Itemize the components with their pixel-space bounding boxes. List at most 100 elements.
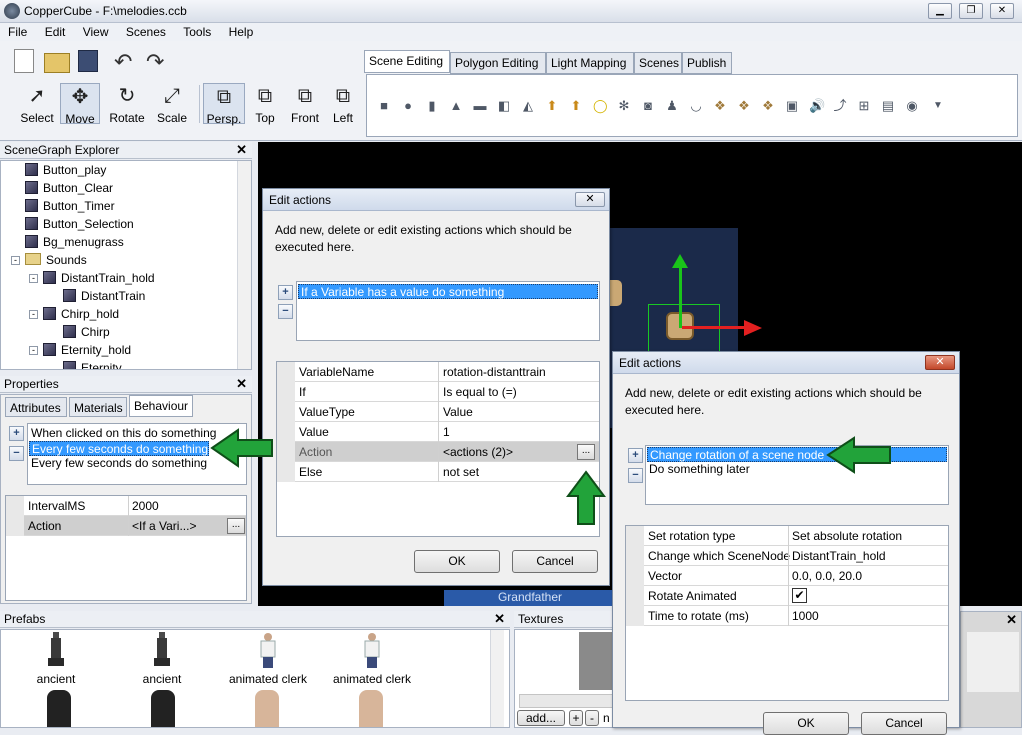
tree-item[interactable]: Button_Clear [25, 181, 113, 199]
menu-help[interactable]: Help [221, 23, 260, 39]
more-dropdown-icon[interactable]: ▼ [931, 99, 945, 113]
remove-action-button[interactable]: − [278, 304, 293, 319]
close-window-button[interactable]: ✕ [990, 3, 1014, 19]
tree-item[interactable]: Chirp [63, 325, 110, 343]
minimize-button[interactable]: ▁ [928, 3, 952, 19]
cancel-button[interactable]: Cancel [861, 712, 947, 735]
edit-subactions-button[interactable]: ... [577, 444, 595, 460]
rotate-animated-checkbox[interactable]: ✔ [792, 588, 807, 603]
view-front-button[interactable]: ⧉ Front [287, 83, 323, 125]
animated-mesh-icon[interactable]: ❖ [737, 99, 751, 113]
scrollbar[interactable] [237, 161, 251, 369]
add-texture-button[interactable]: add... [517, 710, 565, 726]
menu-edit[interactable]: Edit [37, 23, 72, 39]
tab-light-mapping[interactable]: Light Mapping [546, 52, 634, 74]
edit-action-button[interactable]: ... [227, 518, 245, 534]
ok-button[interactable]: OK [763, 712, 849, 735]
gizmo-y-axis[interactable] [679, 262, 682, 328]
add-action-button[interactable]: + [278, 285, 293, 300]
import-mesh-icon[interactable]: ⬆ [545, 99, 559, 113]
terrain-icon[interactable]: ◭ [521, 99, 535, 113]
add-action-button[interactable]: + [628, 448, 643, 463]
collapse-icon[interactable]: - [29, 346, 38, 355]
cone-icon[interactable]: ▲ [449, 99, 463, 113]
2d-overlay-icon[interactable]: ▤ [881, 99, 895, 113]
prefab-thumbnail[interactable] [151, 690, 175, 727]
tree-item[interactable]: - DistantTrain_hold [29, 271, 155, 289]
cylinder-icon[interactable]: ▮ [425, 99, 439, 113]
camera-icon[interactable]: ◙ [641, 99, 655, 113]
overlay-icon[interactable]: ▣ [785, 99, 799, 113]
billboard-icon[interactable]: ❖ [713, 99, 727, 113]
action-item-selected[interactable]: If a Variable has a value do something [298, 284, 598, 299]
tree-item[interactable]: - Sounds [11, 253, 87, 271]
water-icon[interactable]: ◡ [689, 99, 703, 113]
open-folder-icon[interactable] [44, 53, 70, 73]
sphere-icon[interactable]: ● [401, 99, 415, 113]
tree-item[interactable]: DistantTrain [63, 289, 145, 307]
tab-materials[interactable]: Materials [69, 397, 127, 417]
particle-icon[interactable]: ✻ [617, 99, 631, 113]
grid-row[interactable]: Vector 0.0, 0.0, 20.0 [626, 566, 948, 586]
cube-icon[interactable]: ■ [377, 99, 391, 113]
view-perspective-button[interactable]: ⧉ Persp. [203, 83, 245, 126]
tree-item[interactable]: Button_Timer [25, 199, 115, 217]
move-tool-button[interactable]: ✥ Move [60, 83, 100, 126]
prefab-item[interactable]: ancient [117, 632, 207, 686]
hierarchy-icon[interactable]: ⊞ [857, 99, 871, 113]
tab-polygon-editing[interactable]: Polygon Editing [450, 52, 546, 74]
tree-item[interactable]: Eternity [63, 361, 122, 369]
grid-row[interactable]: Set rotation type Set absolute rotation [626, 526, 948, 546]
skybox-icon[interactable]: ◧ [497, 99, 511, 113]
prefab-thumbnail[interactable] [359, 690, 383, 727]
fps-camera-icon[interactable]: ♟ [665, 99, 679, 113]
undo-icon[interactable]: ↶ [114, 49, 132, 75]
grid-row[interactable]: Action <actions (2)> ... [277, 442, 599, 462]
remove-behaviour-button[interactable]: − [9, 446, 24, 461]
path-icon[interactable]: ❖ [761, 99, 775, 113]
tree-item[interactable]: - Chirp_hold [29, 307, 119, 325]
grid-row[interactable]: VariableName rotation-distanttrain [277, 362, 599, 382]
scale-tool-button[interactable]: ⤢ Scale [152, 83, 192, 125]
grid-row[interactable]: If Is equal to (=) [277, 382, 599, 402]
path-node-icon[interactable]: ⤴ [833, 99, 847, 113]
tab-scenes[interactable]: Scenes [634, 52, 682, 74]
close-icon[interactable]: ✕ [236, 142, 247, 158]
restore-button[interactable]: ❐ [959, 3, 983, 19]
tab-publish[interactable]: Publish [682, 52, 732, 74]
prefab-thumbnail[interactable] [47, 690, 71, 727]
remove-action-button[interactable]: − [628, 468, 643, 483]
select-tool-button[interactable]: ➚ Select [18, 83, 56, 125]
grid-row[interactable]: Time to rotate (ms) 1000 [626, 606, 948, 626]
tree-item[interactable]: Button_Selection [25, 217, 134, 235]
view-left-button[interactable]: ⧉ Left [328, 83, 358, 125]
tab-attributes[interactable]: Attributes [5, 397, 67, 417]
prefab-item[interactable]: animated clerk [327, 632, 417, 686]
dialog-close-button[interactable]: ✕ [925, 355, 955, 370]
grid-row[interactable]: Rotate Animated ✔ [626, 586, 948, 606]
grid-row[interactable]: Action <If a Vari...> ... [6, 516, 246, 536]
menu-tools[interactable]: Tools [175, 23, 217, 39]
sound-icon[interactable]: 🔊 [809, 99, 825, 113]
texture-thumbnail[interactable] [579, 632, 615, 690]
save-icon[interactable] [78, 50, 98, 72]
gizmo-x-axis[interactable] [682, 326, 746, 329]
tree-item[interactable]: Button_play [25, 163, 106, 181]
tab-scene-editing[interactable]: Scene Editing [364, 50, 450, 73]
close-icon[interactable]: ✕ [236, 376, 247, 392]
cancel-button[interactable]: Cancel [512, 550, 598, 573]
menu-scenes[interactable]: Scenes [118, 23, 172, 39]
tab-behaviour[interactable]: Behaviour [129, 395, 193, 417]
menu-view[interactable]: View [75, 23, 115, 39]
close-icon[interactable]: ✕ [1006, 612, 1017, 628]
tree-item[interactable]: - Eternity_hold [29, 343, 131, 361]
scrollbar[interactable] [490, 630, 504, 727]
grid-row[interactable]: Change which SceneNode DistantTrain_hold [626, 546, 948, 566]
behaviour-item[interactable]: When clicked on this do something [29, 426, 216, 441]
dialog-close-button[interactable]: ✕ [575, 192, 605, 207]
behaviour-item[interactable]: Every few seconds do something [29, 456, 207, 471]
collapse-icon[interactable]: - [29, 274, 38, 283]
add-behaviour-button[interactable]: + [9, 426, 24, 441]
new-file-icon[interactable] [14, 49, 34, 73]
zoom-in-button[interactable]: + [569, 710, 583, 726]
